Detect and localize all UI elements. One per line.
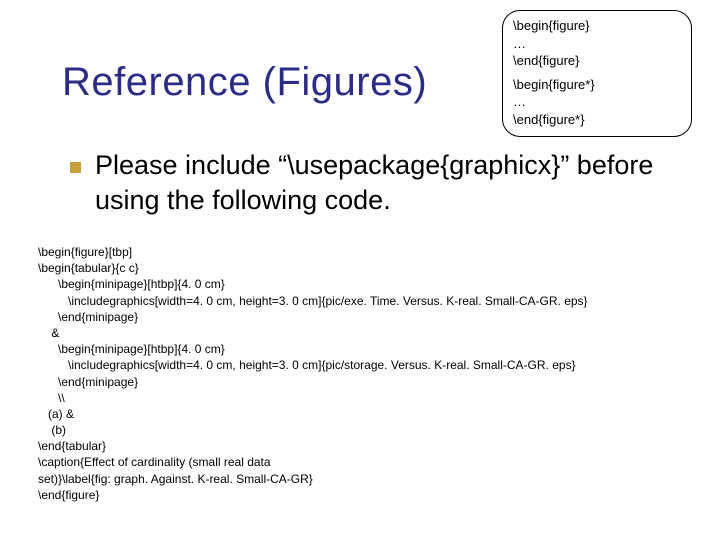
syntax-callout: \begin{figure} … \end{figure} \begin{fig… bbox=[502, 10, 692, 137]
body-text: Please include “\usepackage{graphicx}” b… bbox=[95, 148, 690, 217]
square-bullet-icon bbox=[70, 162, 81, 173]
callout-line: … bbox=[513, 35, 681, 53]
callout-line: \end{figure*} bbox=[513, 111, 681, 129]
callout-line: \begin{figure} bbox=[513, 17, 681, 35]
callout-line: … bbox=[513, 93, 681, 111]
slide: Reference (Figures) \begin{figure} … \en… bbox=[0, 0, 720, 540]
body-bullet-row: Please include “\usepackage{graphicx}” b… bbox=[70, 148, 690, 217]
latex-code-block: \begin{figure}[tbp] \begin{tabular}{c c}… bbox=[38, 244, 690, 503]
callout-line: \end{figure} bbox=[513, 52, 681, 70]
callout-line: \begin{figure*} bbox=[513, 76, 681, 94]
page-title: Reference (Figures) bbox=[62, 60, 427, 105]
